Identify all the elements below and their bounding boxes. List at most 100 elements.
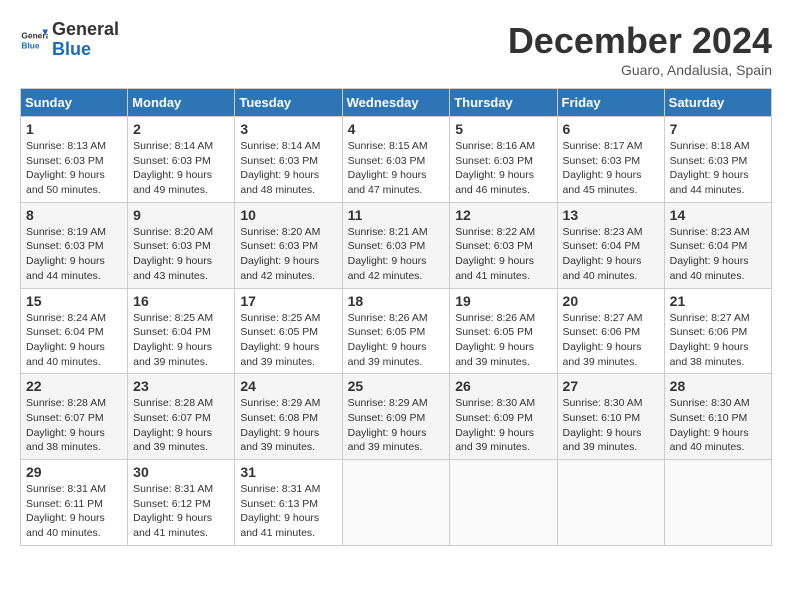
calendar-cell: 19 Sunrise: 8:26 AMSunset: 6:05 PMDaylig…	[450, 288, 557, 374]
calendar-cell	[664, 460, 771, 546]
day-info: Sunrise: 8:15 AMSunset: 6:03 PMDaylight:…	[348, 139, 445, 198]
col-saturday: Saturday	[664, 89, 771, 117]
calendar-cell: 10 Sunrise: 8:20 AMSunset: 6:03 PMDaylig…	[235, 202, 342, 288]
col-friday: Friday	[557, 89, 664, 117]
calendar-week-row: 29 Sunrise: 8:31 AMSunset: 6:11 PMDaylig…	[21, 460, 772, 546]
calendar-cell: 22 Sunrise: 8:28 AMSunset: 6:07 PMDaylig…	[21, 374, 128, 460]
day-number: 24	[240, 378, 336, 394]
day-info: Sunrise: 8:14 AMSunset: 6:03 PMDaylight:…	[133, 139, 229, 198]
day-info: Sunrise: 8:16 AMSunset: 6:03 PMDaylight:…	[455, 139, 551, 198]
day-info: Sunrise: 8:19 AMSunset: 6:03 PMDaylight:…	[26, 225, 122, 284]
calendar-cell	[557, 460, 664, 546]
calendar-cell: 3 Sunrise: 8:14 AMSunset: 6:03 PMDayligh…	[235, 117, 342, 203]
day-number: 31	[240, 464, 336, 480]
calendar-cell: 23 Sunrise: 8:28 AMSunset: 6:07 PMDaylig…	[128, 374, 235, 460]
title-block: December 2024 Guaro, Andalusia, Spain	[508, 20, 772, 78]
page-header: General Blue General Blue December 2024 …	[20, 20, 772, 78]
day-number: 8	[26, 207, 122, 223]
day-number: 9	[133, 207, 229, 223]
calendar-cell: 27 Sunrise: 8:30 AMSunset: 6:10 PMDaylig…	[557, 374, 664, 460]
day-number: 1	[26, 121, 122, 137]
col-monday: Monday	[128, 89, 235, 117]
calendar-cell: 7 Sunrise: 8:18 AMSunset: 6:03 PMDayligh…	[664, 117, 771, 203]
day-info: Sunrise: 8:17 AMSunset: 6:03 PMDaylight:…	[563, 139, 659, 198]
day-info: Sunrise: 8:28 AMSunset: 6:07 PMDaylight:…	[26, 396, 122, 455]
day-info: Sunrise: 8:25 AMSunset: 6:04 PMDaylight:…	[133, 311, 229, 370]
calendar-cell: 21 Sunrise: 8:27 AMSunset: 6:06 PMDaylig…	[664, 288, 771, 374]
calendar-cell: 12 Sunrise: 8:22 AMSunset: 6:03 PMDaylig…	[450, 202, 557, 288]
day-number: 12	[455, 207, 551, 223]
day-number: 6	[563, 121, 659, 137]
day-info: Sunrise: 8:30 AMSunset: 6:10 PMDaylight:…	[670, 396, 766, 455]
svg-text:Blue: Blue	[21, 40, 39, 50]
calendar-cell: 25 Sunrise: 8:29 AMSunset: 6:09 PMDaylig…	[342, 374, 450, 460]
logo-blue: Blue	[52, 40, 119, 60]
day-info: Sunrise: 8:20 AMSunset: 6:03 PMDaylight:…	[133, 225, 229, 284]
calendar-cell: 31 Sunrise: 8:31 AMSunset: 6:13 PMDaylig…	[235, 460, 342, 546]
day-info: Sunrise: 8:31 AMSunset: 6:11 PMDaylight:…	[26, 482, 122, 541]
day-number: 19	[455, 293, 551, 309]
day-number: 5	[455, 121, 551, 137]
col-thursday: Thursday	[450, 89, 557, 117]
day-info: Sunrise: 8:28 AMSunset: 6:07 PMDaylight:…	[133, 396, 229, 455]
calendar-cell: 14 Sunrise: 8:23 AMSunset: 6:04 PMDaylig…	[664, 202, 771, 288]
calendar-cell: 13 Sunrise: 8:23 AMSunset: 6:04 PMDaylig…	[557, 202, 664, 288]
calendar-cell	[342, 460, 450, 546]
calendar-cell: 11 Sunrise: 8:21 AMSunset: 6:03 PMDaylig…	[342, 202, 450, 288]
weekday-header-row: Sunday Monday Tuesday Wednesday Thursday…	[21, 89, 772, 117]
day-info: Sunrise: 8:25 AMSunset: 6:05 PMDaylight:…	[240, 311, 336, 370]
day-info: Sunrise: 8:22 AMSunset: 6:03 PMDaylight:…	[455, 225, 551, 284]
calendar-cell: 18 Sunrise: 8:26 AMSunset: 6:05 PMDaylig…	[342, 288, 450, 374]
day-info: Sunrise: 8:13 AMSunset: 6:03 PMDaylight:…	[26, 139, 122, 198]
day-info: Sunrise: 8:31 AMSunset: 6:13 PMDaylight:…	[240, 482, 336, 541]
day-info: Sunrise: 8:27 AMSunset: 6:06 PMDaylight:…	[563, 311, 659, 370]
day-number: 21	[670, 293, 766, 309]
day-info: Sunrise: 8:30 AMSunset: 6:10 PMDaylight:…	[563, 396, 659, 455]
calendar-cell: 1 Sunrise: 8:13 AMSunset: 6:03 PMDayligh…	[21, 117, 128, 203]
day-info: Sunrise: 8:23 AMSunset: 6:04 PMDaylight:…	[563, 225, 659, 284]
day-number: 13	[563, 207, 659, 223]
day-number: 29	[26, 464, 122, 480]
calendar-week-row: 22 Sunrise: 8:28 AMSunset: 6:07 PMDaylig…	[21, 374, 772, 460]
calendar-cell: 6 Sunrise: 8:17 AMSunset: 6:03 PMDayligh…	[557, 117, 664, 203]
day-number: 28	[670, 378, 766, 394]
day-number: 7	[670, 121, 766, 137]
logo-general: General	[52, 20, 119, 40]
calendar-cell: 28 Sunrise: 8:30 AMSunset: 6:10 PMDaylig…	[664, 374, 771, 460]
col-sunday: Sunday	[21, 89, 128, 117]
calendar-cell: 30 Sunrise: 8:31 AMSunset: 6:12 PMDaylig…	[128, 460, 235, 546]
day-info: Sunrise: 8:29 AMSunset: 6:08 PMDaylight:…	[240, 396, 336, 455]
calendar-cell: 26 Sunrise: 8:30 AMSunset: 6:09 PMDaylig…	[450, 374, 557, 460]
calendar-cell: 9 Sunrise: 8:20 AMSunset: 6:03 PMDayligh…	[128, 202, 235, 288]
day-info: Sunrise: 8:18 AMSunset: 6:03 PMDaylight:…	[670, 139, 766, 198]
calendar-cell: 20 Sunrise: 8:27 AMSunset: 6:06 PMDaylig…	[557, 288, 664, 374]
col-wednesday: Wednesday	[342, 89, 450, 117]
month-title: December 2024	[508, 20, 772, 62]
day-info: Sunrise: 8:21 AMSunset: 6:03 PMDaylight:…	[348, 225, 445, 284]
day-info: Sunrise: 8:31 AMSunset: 6:12 PMDaylight:…	[133, 482, 229, 541]
day-info: Sunrise: 8:23 AMSunset: 6:04 PMDaylight:…	[670, 225, 766, 284]
day-number: 30	[133, 464, 229, 480]
day-number: 14	[670, 207, 766, 223]
day-number: 4	[348, 121, 445, 137]
calendar-cell: 2 Sunrise: 8:14 AMSunset: 6:03 PMDayligh…	[128, 117, 235, 203]
calendar-cell: 4 Sunrise: 8:15 AMSunset: 6:03 PMDayligh…	[342, 117, 450, 203]
day-info: Sunrise: 8:29 AMSunset: 6:09 PMDaylight:…	[348, 396, 445, 455]
day-info: Sunrise: 8:30 AMSunset: 6:09 PMDaylight:…	[455, 396, 551, 455]
day-info: Sunrise: 8:20 AMSunset: 6:03 PMDaylight:…	[240, 225, 336, 284]
day-number: 15	[26, 293, 122, 309]
logo: General Blue General Blue	[20, 20, 119, 60]
day-number: 11	[348, 207, 445, 223]
day-info: Sunrise: 8:26 AMSunset: 6:05 PMDaylight:…	[455, 311, 551, 370]
day-number: 2	[133, 121, 229, 137]
day-number: 18	[348, 293, 445, 309]
day-number: 16	[133, 293, 229, 309]
day-number: 25	[348, 378, 445, 394]
day-number: 20	[563, 293, 659, 309]
day-number: 3	[240, 121, 336, 137]
calendar-table: Sunday Monday Tuesday Wednesday Thursday…	[20, 88, 772, 546]
calendar-cell: 17 Sunrise: 8:25 AMSunset: 6:05 PMDaylig…	[235, 288, 342, 374]
day-number: 23	[133, 378, 229, 394]
calendar-cell: 16 Sunrise: 8:25 AMSunset: 6:04 PMDaylig…	[128, 288, 235, 374]
calendar-cell: 24 Sunrise: 8:29 AMSunset: 6:08 PMDaylig…	[235, 374, 342, 460]
